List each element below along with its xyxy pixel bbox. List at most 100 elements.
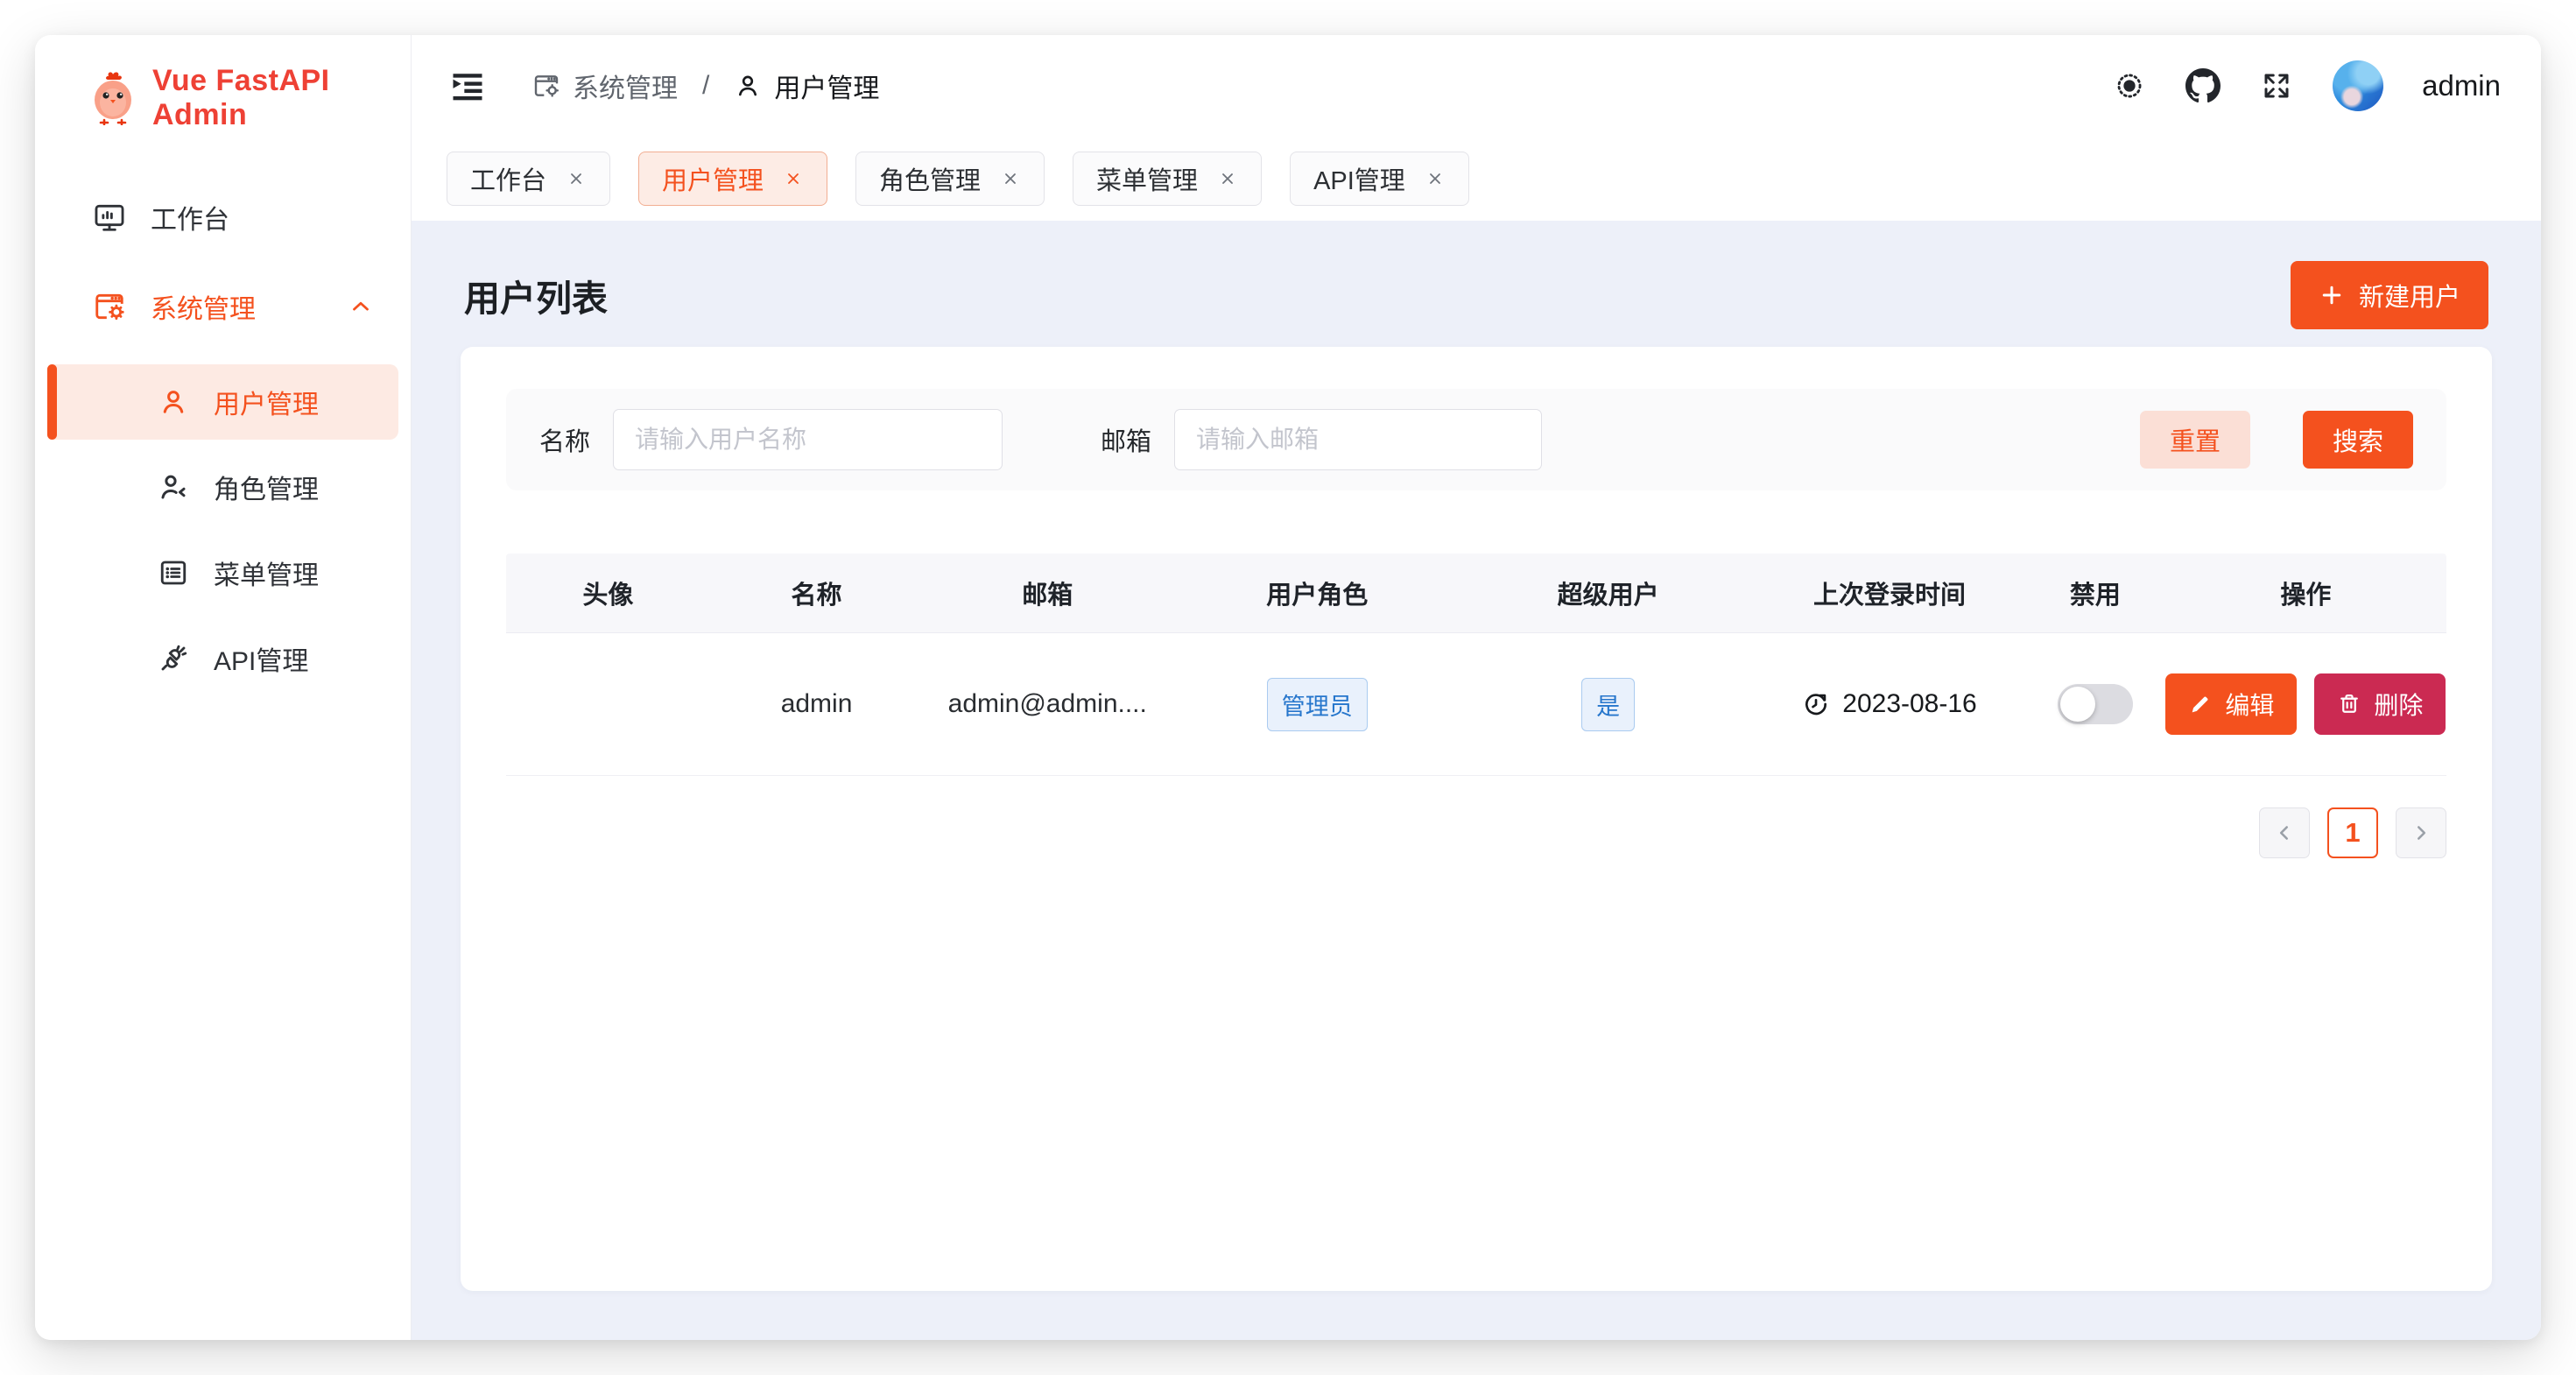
app-title: Vue FastAPI Admin (152, 64, 411, 132)
last-login-value: 2023-08-16 (1842, 689, 1976, 719)
table-row: admin admin@admin.... 管理员 是 (506, 633, 2446, 776)
actions-cell: 编辑 (2165, 633, 2446, 775)
last-login-cell: 2023-08-16 (1754, 633, 2025, 775)
name-filter-label: 名称 (539, 421, 590, 458)
tab-label: 菜单管理 (1096, 160, 1198, 197)
email-filter-input[interactable] (1174, 409, 1542, 470)
close-icon[interactable] (1425, 168, 1446, 189)
sidebar: Vue FastAPI Admin 工作台 (35, 35, 412, 1340)
close-icon[interactable] (1000, 168, 1021, 189)
column-header-superuser: 超级用户 (1462, 554, 1753, 632)
sidebar-item-label: 系统管理 (151, 287, 256, 326)
topbar-actions: admin (2112, 60, 2501, 111)
sidebar-item-system[interactable]: 系统管理 (35, 268, 411, 345)
chevron-up-icon (348, 293, 374, 320)
menu-list-icon (158, 557, 189, 589)
column-header-email: 邮箱 (923, 554, 1172, 632)
user-icon (158, 386, 189, 418)
breadcrumb-separator: / (697, 71, 714, 101)
email-cell: admin@admin.... (923, 633, 1172, 775)
clock-history-icon (1802, 690, 1830, 718)
column-header-avatar: 头像 (506, 554, 710, 632)
prev-page-button[interactable] (2259, 807, 2310, 858)
pencil-icon (2188, 692, 2213, 716)
breadcrumb: 系统管理 / 用户管理 (532, 67, 879, 105)
user-list-card: 名称 邮箱 重置 搜索 头像 名称 邮箱 用户角色 超级用户 上次登录 (461, 347, 2492, 1291)
sidebar-item-label: 用户管理 (214, 383, 319, 421)
system-window-icon (93, 290, 126, 323)
name-cell: admin (710, 633, 924, 775)
column-header-actions: 操作 (2165, 554, 2446, 632)
theme-toggle-sun-icon[interactable] (2112, 68, 2147, 103)
sidebar-item-user-management[interactable]: 用户管理 (47, 364, 398, 440)
sidebar-item-label: 菜单管理 (214, 554, 319, 592)
sidebar-item-workbench[interactable]: 工作台 (35, 179, 411, 256)
table-header: 头像 名称 邮箱 用户角色 超级用户 上次登录时间 禁用 操作 (506, 554, 2446, 633)
role-tag: 管理员 (1267, 678, 1368, 731)
username-label[interactable]: admin (2422, 69, 2501, 102)
reset-button[interactable]: 重置 (2140, 411, 2250, 469)
breadcrumb-item-system[interactable]: 系统管理 (532, 67, 678, 105)
superuser-cell: 是 (1462, 633, 1753, 775)
new-user-button[interactable]: 新建用户 (2291, 261, 2488, 329)
plus-icon (2319, 282, 2345, 308)
tab-api-management[interactable]: API管理 (1290, 152, 1469, 206)
column-header-disabled: 禁用 (2025, 554, 2165, 632)
delete-button[interactable]: 删除 (2314, 673, 2446, 735)
sidebar-nav: 工作台 系统管理 (35, 179, 411, 697)
breadcrumb-label: 用户管理 (774, 67, 879, 105)
tabs-bar: 工作台 用户管理 角色管理 菜单管理 (412, 137, 2541, 221)
chicken-logo-icon (89, 71, 137, 125)
tab-role-management[interactable]: 角色管理 (855, 152, 1045, 206)
tab-label: 工作台 (470, 160, 546, 197)
superuser-tag: 是 (1581, 678, 1635, 731)
sidebar-item-label: 角色管理 (214, 468, 319, 506)
page-number-button[interactable]: 1 (2327, 807, 2378, 858)
active-indicator-bar (47, 364, 57, 440)
sidebar-item-label: API管理 (214, 639, 308, 678)
main-area: 系统管理 / 用户管理 (412, 35, 2541, 1340)
close-icon[interactable] (1217, 168, 1238, 189)
logo[interactable]: Vue FastAPI Admin (35, 35, 411, 137)
sidebar-item-label: 工作台 (151, 198, 229, 236)
sidebar-item-role-management[interactable]: 角色管理 (35, 448, 411, 525)
api-plug-icon (158, 643, 189, 674)
page-content: 用户列表 新建用户 名称 邮箱 重置 搜索 (412, 221, 2541, 1340)
tab-menu-management[interactable]: 菜单管理 (1073, 152, 1262, 206)
trash-icon (2337, 692, 2361, 716)
tab-workbench[interactable]: 工作台 (447, 152, 610, 206)
filter-panel: 名称 邮箱 重置 搜索 (506, 389, 2446, 490)
tab-user-management[interactable]: 用户管理 (638, 152, 827, 206)
app-window: Vue FastAPI Admin 工作台 (35, 35, 2541, 1340)
disabled-toggle[interactable] (2058, 684, 2133, 724)
tab-label: 用户管理 (662, 160, 764, 197)
sidebar-item-api-management[interactable]: API管理 (35, 620, 411, 697)
tab-label: 角色管理 (879, 160, 981, 197)
email-filter-label: 邮箱 (1101, 421, 1151, 458)
sidebar-item-menu-management[interactable]: 菜单管理 (35, 534, 411, 611)
role-icon (158, 471, 189, 503)
avatar-cell (506, 633, 710, 775)
breadcrumb-item-user[interactable]: 用户管理 (734, 67, 879, 105)
fullscreen-icon[interactable] (2259, 68, 2294, 103)
user-avatar[interactable] (2333, 60, 2383, 111)
breadcrumb-label: 系统管理 (573, 67, 678, 105)
user-table: 头像 名称 邮箱 用户角色 超级用户 上次登录时间 禁用 操作 admin ad… (506, 554, 2446, 776)
topbar: 系统管理 / 用户管理 (412, 35, 2541, 137)
page-title: 用户列表 (464, 269, 608, 321)
close-icon[interactable] (566, 168, 587, 189)
github-icon[interactable] (2185, 68, 2221, 103)
column-header-role: 用户角色 (1172, 554, 1462, 632)
search-button[interactable]: 搜索 (2303, 411, 2413, 469)
next-page-button[interactable] (2396, 807, 2446, 858)
sidebar-collapse-icon[interactable] (448, 67, 487, 105)
role-cell: 管理员 (1172, 633, 1462, 775)
edit-button[interactable]: 编辑 (2165, 673, 2297, 735)
column-header-name: 名称 (710, 554, 924, 632)
tab-label: API管理 (1313, 160, 1405, 197)
close-icon[interactable] (783, 168, 804, 189)
pagination: 1 (506, 807, 2446, 858)
monitor-icon (93, 201, 126, 234)
disabled-cell (2025, 633, 2165, 775)
name-filter-input[interactable] (613, 409, 1003, 470)
